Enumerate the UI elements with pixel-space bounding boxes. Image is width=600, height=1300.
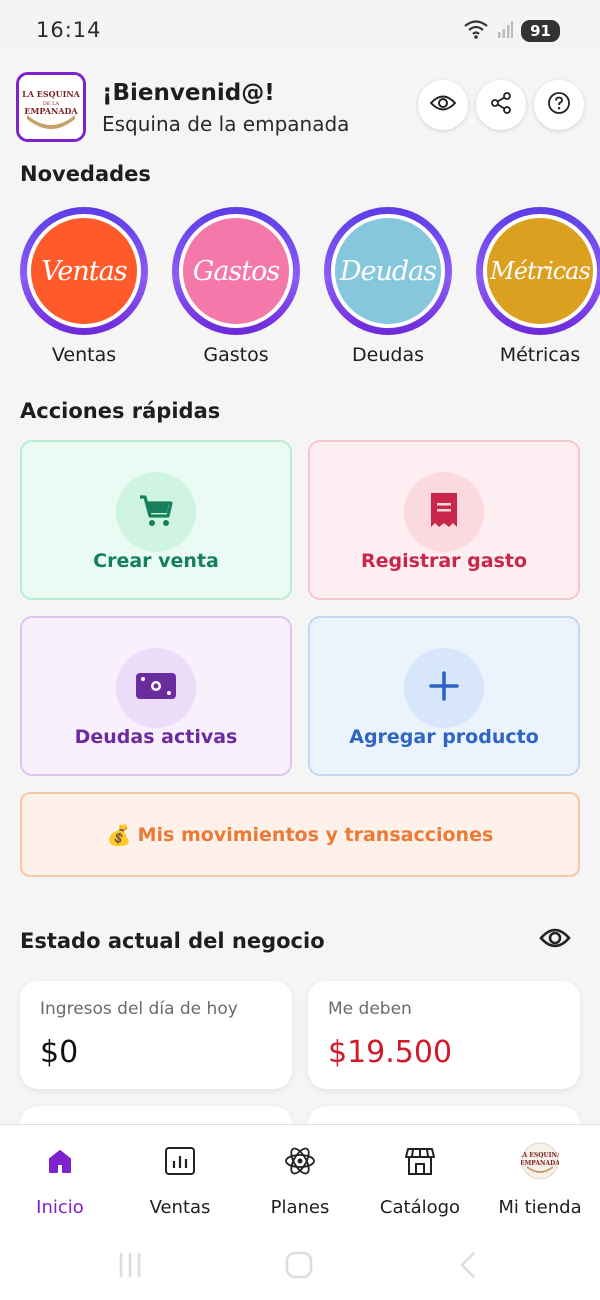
- nav-home[interactable]: Inicio: [0, 1141, 120, 1218]
- shop-name: Esquina de la empanada: [102, 112, 350, 136]
- owed-value: $19.500: [328, 1035, 453, 1070]
- svg-text:LA ESQUINA: LA ESQUINA: [22, 89, 80, 99]
- help-button[interactable]: [534, 80, 584, 130]
- nav-plans[interactable]: Planes: [240, 1141, 360, 1218]
- story-metricas-text: Métricas: [490, 257, 591, 285]
- story-metricas-label: Métricas: [499, 344, 581, 366]
- cart-icon-circle: [116, 472, 196, 552]
- share-button[interactable]: [476, 80, 526, 130]
- eye-icon: [539, 928, 571, 954]
- home-icon: [0, 1141, 120, 1181]
- add-product-label: Agregar producto: [349, 726, 539, 748]
- cash-icon: [135, 671, 177, 705]
- status-bar: 16:14 91: [0, 0, 600, 52]
- wifi-icon: [463, 18, 489, 44]
- income-today-value: $0: [40, 1035, 79, 1070]
- nav-my-store-label: Mi tienda: [498, 1197, 582, 1218]
- income-today-label: Ingresos del día de hoy: [40, 999, 238, 1019]
- cash-icon-circle: [116, 648, 196, 728]
- story-gastos-label: Gastos: [203, 344, 269, 366]
- story-deudas[interactable]: Deudas: [324, 207, 452, 335]
- svg-text:EMPANADA: EMPANADA: [521, 1160, 559, 1167]
- nav-home-label: Inicio: [36, 1197, 84, 1218]
- toggle-balance-visibility[interactable]: [539, 926, 571, 954]
- story-gastos-text: Gastos: [192, 255, 280, 287]
- active-debts-label: Deudas activas: [74, 726, 238, 748]
- recent-apps-icon[interactable]: [116, 1250, 144, 1284]
- plus-icon: [428, 670, 460, 706]
- create-sale-button[interactable]: Crear venta: [20, 440, 292, 600]
- story-gastos-image: Gastos: [179, 214, 293, 328]
- add-product-button[interactable]: Agregar producto: [308, 616, 580, 776]
- receipt-icon-circle: [404, 472, 484, 552]
- signal-icon: [497, 19, 514, 43]
- story-deudas-label: Deudas: [352, 344, 424, 366]
- svg-text:LA ESQUINA: LA ESQUINA: [521, 1152, 559, 1159]
- nav-sales[interactable]: Ventas: [120, 1141, 240, 1218]
- owed-card[interactable]: Me deben $19.500: [308, 981, 580, 1089]
- chart-icon: [120, 1141, 240, 1181]
- novedades-title: Novedades: [20, 162, 151, 186]
- store-avatar: LA ESQUINAEMPANADA: [480, 1141, 600, 1181]
- welcome-title: ¡Bienvenid@!: [102, 80, 275, 106]
- nav-plans-label: Planes: [270, 1197, 330, 1218]
- create-sale-label: Crear venta: [93, 550, 219, 572]
- home-system-icon[interactable]: [284, 1250, 314, 1284]
- nav-sales-label: Ventas: [149, 1197, 211, 1218]
- story-gastos[interactable]: Gastos: [172, 207, 300, 335]
- system-nav-bar: [0, 1246, 600, 1300]
- cart-icon: [137, 491, 175, 533]
- status-icons: 91: [463, 18, 560, 44]
- quick-actions-title: Acciones rápidas: [20, 399, 221, 423]
- nav-catalog[interactable]: Catálogo: [360, 1141, 480, 1218]
- story-ventas-image: Ventas: [27, 214, 141, 328]
- plus-icon-circle: [404, 648, 484, 728]
- receipt-icon: [428, 491, 460, 533]
- income-today-card[interactable]: Ingresos del día de hoy $0: [20, 981, 292, 1089]
- movements-label: Mis movimientos y transacciones: [137, 823, 494, 846]
- story-metricas[interactable]: Métricas: [476, 207, 600, 335]
- store-icon: [360, 1141, 480, 1181]
- money-bag-icon: 💰: [106, 822, 132, 847]
- svg-text:EMPANADA: EMPANADA: [24, 106, 78, 116]
- status-time: 16:14: [36, 18, 102, 42]
- business-status-title: Estado actual del negocio: [20, 929, 325, 953]
- story-deudas-image: Deudas: [331, 214, 445, 328]
- help-icon: [547, 91, 571, 119]
- header: LA ESQUINA DE LA EMPANADA ¡Bienvenid@! E…: [16, 70, 584, 142]
- story-ventas-text: Ventas: [41, 255, 127, 287]
- nav-my-store[interactable]: LA ESQUINAEMPANADA Mi tienda: [480, 1141, 600, 1218]
- story-metricas-image: Métricas: [483, 214, 597, 328]
- register-expense-button[interactable]: Registrar gasto: [308, 440, 580, 600]
- share-icon: [489, 91, 513, 119]
- story-ventas-label: Ventas: [51, 344, 117, 366]
- register-expense-label: Registrar gasto: [360, 550, 528, 572]
- owed-label: Me deben: [328, 999, 412, 1019]
- eye-icon: [429, 94, 457, 116]
- back-icon[interactable]: [456, 1250, 480, 1284]
- store-logo[interactable]: LA ESQUINA DE LA EMPANADA: [16, 72, 86, 142]
- toggle-visibility-button[interactable]: [418, 80, 468, 130]
- movements-button[interactable]: 💰 Mis movimientos y transacciones: [20, 792, 580, 877]
- nav-catalog-label: Catálogo: [379, 1197, 461, 1218]
- story-deudas-text: Deudas: [339, 255, 437, 287]
- story-ventas[interactable]: Ventas: [20, 207, 148, 335]
- active-debts-button[interactable]: Deudas activas: [20, 616, 292, 776]
- atom-icon: [240, 1141, 360, 1181]
- battery-indicator: 91: [521, 20, 560, 42]
